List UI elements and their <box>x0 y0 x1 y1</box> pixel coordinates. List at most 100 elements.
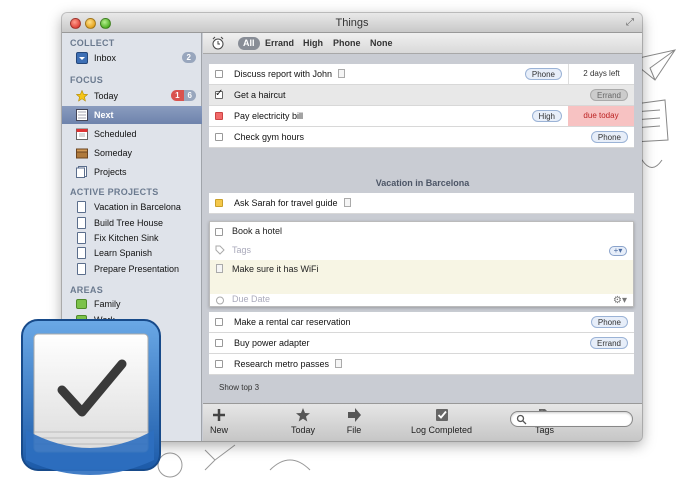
project-icon <box>77 201 86 213</box>
tag-badge[interactable]: Errand <box>589 337 628 349</box>
tag-badge[interactable]: High <box>531 110 562 122</box>
task-row[interactable]: Ask Sarah for travel guide <box>209 193 634 214</box>
task-row[interactable]: Buy power adapter Errand <box>209 333 634 354</box>
sidebar-item-projects[interactable]: Projects <box>62 163 202 181</box>
sidebar-item-someday[interactable]: Someday <box>62 144 202 162</box>
task-checkbox[interactable] <box>215 228 223 236</box>
area-icon <box>76 299 87 309</box>
task-title: Ask Sarah for travel guide <box>234 198 338 208</box>
sidebar-item-project[interactable]: Prepare Presentation <box>62 260 202 278</box>
task-checkbox[interactable] <box>215 88 223 99</box>
filter-all[interactable]: All <box>238 37 260 50</box>
tag-badge[interactable]: Errand <box>589 89 628 101</box>
close-button[interactable] <box>70 18 81 29</box>
task-checkbox[interactable] <box>215 112 223 120</box>
sidebar-item-scheduled[interactable]: Scheduled <box>62 125 202 143</box>
section-heading-areas: AREAS <box>70 285 104 295</box>
filter-phone[interactable]: Phone <box>328 37 366 50</box>
task-checkbox[interactable] <box>215 339 223 347</box>
task-title-field[interactable]: Book a hotel <box>232 226 642 236</box>
sidebar-item-next[interactable]: Next <box>62 106 202 124</box>
note-icon <box>216 264 223 273</box>
fullscreen-icon[interactable]: ⤢ <box>624 17 636 29</box>
project-icon <box>77 247 86 259</box>
project-icon <box>77 263 86 275</box>
add-tag-button[interactable]: +▾ <box>609 246 627 256</box>
notes-text: Make sure it has WiFi <box>232 264 319 274</box>
things-app-icon <box>21 319 161 475</box>
zoom-button[interactable] <box>100 18 111 29</box>
group-heading: Vacation in Barcelona <box>375 178 470 188</box>
title-bar: Things ⤢ <box>62 13 642 33</box>
tags-field[interactable]: Tags <box>232 245 642 255</box>
task-checkbox[interactable] <box>215 133 223 141</box>
notes-area[interactable]: Make sure it has WiFi <box>210 260 633 294</box>
search-input[interactable] <box>510 411 633 427</box>
today-due-count: 1 <box>171 90 184 101</box>
tag-icon <box>215 245 225 255</box>
log-completed-label: Log Completed <box>411 425 473 435</box>
new-label: New <box>210 425 229 435</box>
task-checkbox[interactable] <box>215 318 223 326</box>
due-date: 2 days left <box>568 64 634 84</box>
section-heading-active-projects: ACTIVE PROJECTS <box>70 187 159 197</box>
gear-icon[interactable]: ⚙▾ <box>613 295 627 306</box>
sidebar-item-label: Inbox <box>94 53 117 63</box>
tag-badge[interactable]: Phone <box>590 316 628 328</box>
sidebar-item-label: Projects <box>94 167 127 177</box>
section-heading-focus: FOCUS <box>70 75 103 85</box>
bottom-toolbar: New Today File Log Completed Tags <box>203 403 642 441</box>
sidebar-item-label: Build Tree House <box>94 218 164 228</box>
task-checkbox[interactable] <box>215 199 223 207</box>
today-button[interactable]: Today <box>291 407 315 435</box>
task-title: Buy power adapter <box>234 338 310 348</box>
sidebar-item-label: Fix Kitchen Sink <box>94 233 159 243</box>
filter-errand[interactable]: Errand <box>260 37 299 50</box>
due-date-field[interactable]: Due Date <box>232 294 642 304</box>
inbox-count-badge: 2 <box>181 52 196 63</box>
task-row[interactable]: Make a rental car reservation Phone <box>209 312 634 333</box>
project-icon <box>77 217 86 229</box>
task-row[interactable]: Research metro passes <box>209 354 634 375</box>
window-title: Things <box>335 17 369 29</box>
sidebar-item-label: Vacation in Barcelona <box>94 202 181 212</box>
new-button[interactable]: New <box>210 407 228 435</box>
sidebar-item-label: Prepare Presentation <box>94 264 180 274</box>
task-row[interactable]: Get a haircut Errand <box>209 85 634 106</box>
task-row[interactable]: Discuss report with John Phone 2 days le… <box>209 64 634 85</box>
sidebar-item-label: Family <box>94 299 121 309</box>
inbox-icon <box>76 52 88 64</box>
project-icon <box>77 232 86 244</box>
sidebar-item-inbox[interactable]: Inbox 2 <box>62 49 202 67</box>
sidebar-item-label: Scheduled <box>94 129 137 139</box>
today-total-count: 6 <box>183 90 196 101</box>
sidebar-item-label: Today <box>94 91 119 101</box>
minimize-button[interactable] <box>85 18 96 29</box>
task-title: Discuss report with John <box>234 69 333 79</box>
filter-high[interactable]: High <box>298 37 328 50</box>
filter-none[interactable]: None <box>365 37 398 50</box>
task-row[interactable]: Pay electricity bill High due today <box>209 106 634 127</box>
log-completed-button[interactable]: Log Completed <box>411 407 472 435</box>
sidebar-item-label: Someday <box>94 148 133 158</box>
file-label: File <box>346 425 362 435</box>
box-icon <box>76 148 88 159</box>
task-row[interactable]: Check gym hours Phone <box>209 127 634 148</box>
file-button[interactable]: File <box>346 407 362 435</box>
tag-badge[interactable]: Phone <box>524 68 562 80</box>
logbook-icon <box>435 409 448 421</box>
task-checkbox[interactable] <box>215 70 223 78</box>
show-top-link[interactable]: Show top 3 <box>219 383 259 392</box>
task-title: Make a rental car reservation <box>234 317 351 327</box>
sidebar-item-today[interactable]: Today 1 6 <box>62 87 202 105</box>
task-title: Check gym hours <box>234 132 305 142</box>
tag-badge[interactable]: Phone <box>590 131 628 143</box>
today-count-badge: 1 6 <box>171 90 196 101</box>
note-icon <box>343 198 351 207</box>
note-icon <box>335 359 343 368</box>
task-title: Research metro passes <box>234 359 330 369</box>
sidebar-item-label: Learn Spanish <box>94 248 153 258</box>
projects-icon <box>76 166 87 178</box>
task-checkbox[interactable] <box>215 360 223 368</box>
alarm-clock-icon[interactable] <box>211 36 225 50</box>
